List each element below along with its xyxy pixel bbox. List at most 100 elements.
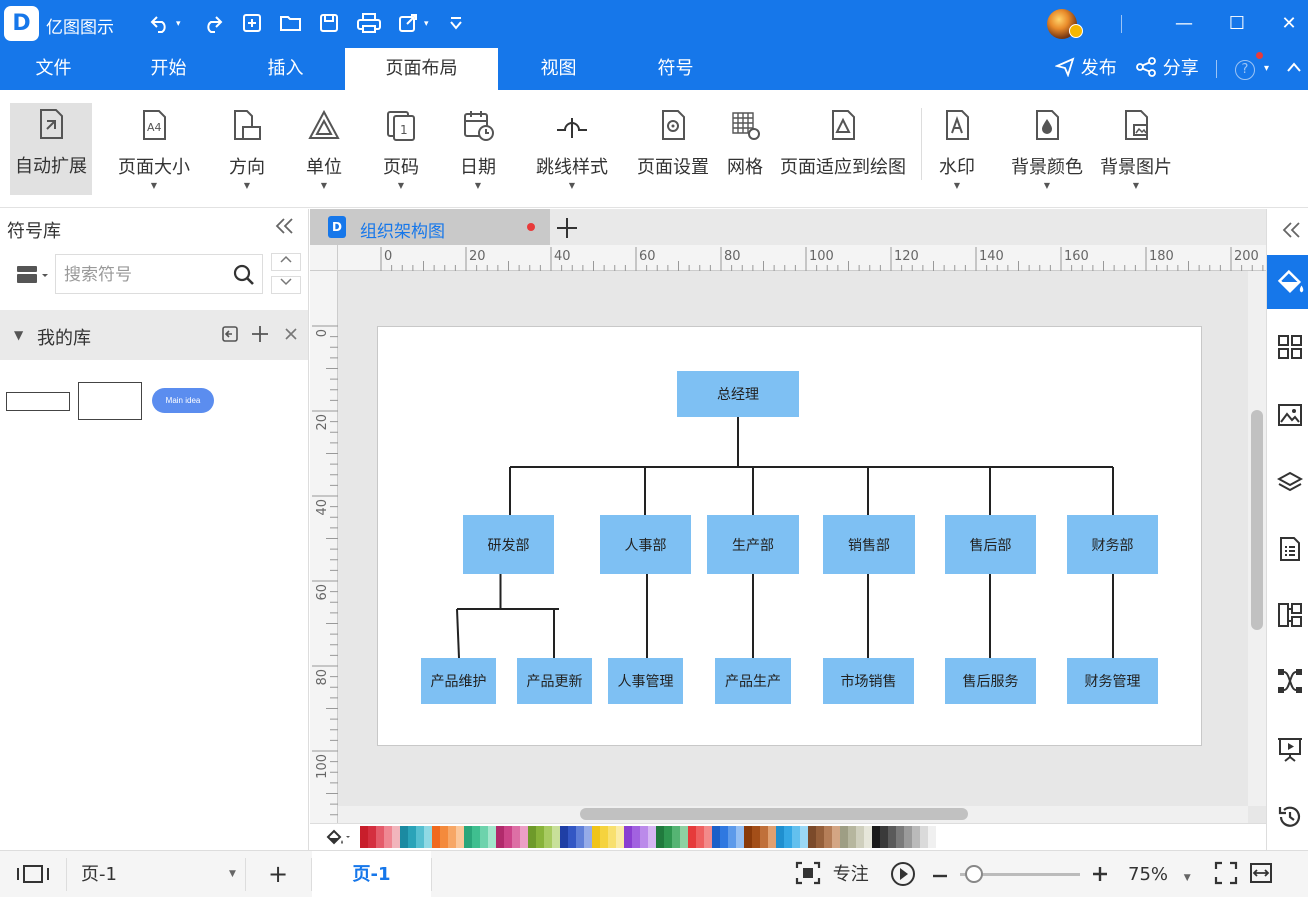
color-swatch[interactable] — [832, 826, 840, 848]
color-swatch[interactable] — [792, 826, 800, 848]
color-swatch[interactable] — [688, 826, 696, 848]
color-swatch[interactable] — [392, 826, 400, 848]
play-presentation-button[interactable] — [890, 851, 916, 897]
tab-start[interactable]: 开始 — [115, 48, 222, 90]
color-swatch[interactable] — [608, 826, 616, 848]
unit-button[interactable]: 单位 ▼ — [292, 104, 356, 196]
color-swatch[interactable] — [360, 826, 368, 848]
fit-window-button[interactable] — [1214, 851, 1238, 897]
color-swatch[interactable] — [912, 826, 920, 848]
color-swatch[interactable] — [760, 826, 768, 848]
color-swatch[interactable] — [816, 826, 824, 848]
color-swatch[interactable] — [568, 826, 576, 848]
org-node-department[interactable]: 售后部 — [945, 515, 1036, 574]
fit-width-button[interactable] — [1249, 851, 1273, 897]
import-icon[interactable] — [221, 321, 239, 348]
save-icon[interactable] — [317, 12, 341, 36]
color-swatch[interactable] — [424, 826, 432, 848]
close-button[interactable]: ✕ — [1275, 10, 1303, 38]
new-document-tab-button[interactable] — [555, 211, 579, 246]
color-swatch[interactable] — [520, 826, 528, 848]
color-swatch[interactable] — [664, 826, 672, 848]
style-fill-button[interactable] — [1267, 255, 1308, 309]
org-node-team[interactable]: 产品生产 — [715, 658, 791, 704]
color-swatch[interactable] — [648, 826, 656, 848]
org-chart-button[interactable] — [1267, 589, 1308, 641]
org-node-department[interactable]: 研发部 — [463, 515, 554, 574]
color-swatch[interactable] — [376, 826, 384, 848]
page-setup-button[interactable]: 页面设置 — [634, 104, 712, 196]
canvas-area[interactable]: 0 20 40 60 80 100 120 140 160 180 200 0 20 40 60 80 100… — [310, 245, 1266, 823]
color-swatch[interactable] — [840, 826, 848, 848]
auto-extend-button[interactable]: 自动扩展 — [10, 103, 92, 195]
color-swatch[interactable] — [472, 826, 480, 848]
color-swatch[interactable] — [672, 826, 680, 848]
color-swatch[interactable] — [480, 826, 488, 848]
color-swatch[interactable] — [544, 826, 552, 848]
collapse-ribbon-icon[interactable] — [1286, 48, 1302, 90]
library-shape-rectangle[interactable] — [78, 382, 142, 420]
color-swatch[interactable] — [456, 826, 464, 848]
color-swatch[interactable] — [552, 826, 560, 848]
close-library-icon[interactable] — [284, 321, 298, 346]
zoom-out-button[interactable] — [931, 851, 949, 897]
undo-dropdown-icon[interactable]: ▾ — [176, 12, 181, 36]
org-node-team[interactable]: 产品维护 — [421, 658, 496, 704]
color-swatch[interactable] — [560, 826, 568, 848]
color-swatch[interactable] — [848, 826, 856, 848]
collapse-panel-icon[interactable] — [274, 215, 296, 243]
org-node-team[interactable]: 售后服务 — [945, 658, 1036, 704]
focus-mode-button[interactable]: 专注 — [795, 851, 869, 897]
color-swatch[interactable] — [496, 826, 504, 848]
color-swatch[interactable] — [728, 826, 736, 848]
color-swatch[interactable] — [448, 826, 456, 848]
tab-symbol[interactable]: 符号 — [622, 48, 729, 90]
jump-line-button[interactable]: 跳线样式 ▼ — [530, 104, 614, 196]
redo-icon[interactable] — [201, 12, 225, 36]
page-number-button[interactable]: 1 页码 ▼ — [370, 104, 432, 196]
color-swatch[interactable] — [600, 826, 608, 848]
color-swatch[interactable] — [536, 826, 544, 848]
color-swatch[interactable] — [368, 826, 376, 848]
scroll-up-button[interactable] — [271, 253, 301, 271]
org-node-root[interactable]: 总经理 — [677, 371, 799, 417]
color-swatch[interactable] — [584, 826, 592, 848]
search-icon[interactable] — [232, 263, 256, 287]
tab-view[interactable]: 视图 — [505, 48, 612, 90]
page-size-button[interactable]: A4 页面大小 ▼ — [114, 104, 194, 196]
print-icon[interactable] — [355, 12, 383, 36]
color-swatch[interactable] — [784, 826, 792, 848]
color-swatch[interactable] — [696, 826, 704, 848]
color-swatch[interactable] — [624, 826, 632, 848]
color-swatch[interactable] — [632, 826, 640, 848]
share-button[interactable]: 分享 — [1135, 48, 1199, 90]
color-swatch[interactable] — [904, 826, 912, 848]
zoom-level-dropdown[interactable]: 75% ▼ — [1128, 851, 1191, 897]
symbol-search-input[interactable] — [64, 264, 224, 286]
color-swatch[interactable] — [680, 826, 688, 848]
color-swatch[interactable] — [888, 826, 896, 848]
color-swatch[interactable] — [656, 826, 664, 848]
drawing-page[interactable]: 总经理 研发部 产品维护 产品更新 人事部 人事管理 生产部 产品生产 销售部 市场销售 售后部 售后… — [377, 326, 1202, 746]
add-page-button[interactable]: + — [268, 851, 288, 897]
layers-button[interactable] — [1267, 457, 1308, 509]
color-swatch[interactable] — [704, 826, 712, 848]
grid-layout-button[interactable] — [1267, 321, 1308, 373]
color-swatch[interactable] — [616, 826, 624, 848]
color-swatch[interactable] — [592, 826, 600, 848]
color-swatch[interactable] — [512, 826, 520, 848]
zoom-in-button[interactable] — [1091, 851, 1109, 897]
library-dropdown[interactable] — [15, 264, 53, 286]
color-swatch[interactable] — [432, 826, 440, 848]
color-swatch[interactable] — [744, 826, 752, 848]
org-node-department[interactable]: 销售部 — [823, 515, 915, 574]
date-button[interactable]: 日期 ▼ — [446, 104, 510, 196]
org-node-department[interactable]: 生产部 — [707, 515, 799, 574]
background-image-button[interactable]: 背景图片 ▼ — [1096, 104, 1176, 196]
expand-arrow-icon[interactable]: ▼ — [14, 328, 23, 342]
tab-page-layout[interactable]: 页面布局 — [345, 48, 498, 90]
org-node-department[interactable]: 财务部 — [1067, 515, 1158, 574]
color-swatch[interactable] — [928, 826, 936, 848]
color-swatch[interactable] — [440, 826, 448, 848]
org-node-team[interactable]: 市场销售 — [823, 658, 914, 704]
